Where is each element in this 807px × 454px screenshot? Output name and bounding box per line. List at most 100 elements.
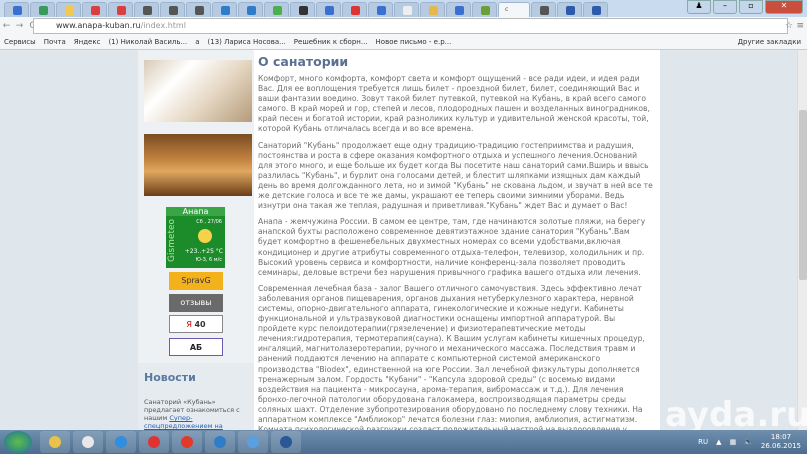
tab-strip: с — [0, 0, 807, 17]
yandex-counter[interactable]: Я 40 — [169, 315, 223, 333]
scrollbar-thumb[interactable] — [799, 110, 807, 280]
tab-favicon-icon — [39, 6, 48, 15]
browser-tab[interactable] — [238, 2, 263, 17]
menu-icon[interactable]: ≡ — [796, 21, 804, 31]
sauna-photo — [144, 134, 252, 196]
taskbar-apps — [40, 431, 304, 453]
bookmark[interactable]: Яндекс — [74, 38, 101, 46]
app-icon — [280, 436, 292, 448]
browser-tab[interactable] — [134, 2, 159, 17]
tab-favicon-icon — [299, 6, 308, 15]
url-host: www.anapa-kuban.ru — [56, 21, 141, 30]
browser-tab[interactable] — [160, 2, 185, 17]
browser-tab[interactable] — [186, 2, 211, 17]
bookmark[interactable]: Новое письмо - e.p... — [376, 38, 452, 46]
tab-favicon-icon — [169, 6, 178, 15]
sidebar: Анапа Gismeteo Сб , 27/06 +23..+25 °C Ю-… — [138, 50, 254, 430]
browser-tab[interactable] — [264, 2, 289, 17]
paragraph: Современная лечебная база - залог Вашего… — [258, 283, 645, 430]
bookmark[interactable]: а — [195, 38, 199, 46]
clock-date: 26.06.2015 — [760, 442, 801, 450]
tab-favicon-icon — [481, 6, 490, 15]
tab-favicon-icon — [117, 6, 126, 15]
url-path: /index.html — [140, 21, 186, 30]
other-bookmarks[interactable]: Другие закладки — [738, 38, 801, 46]
browser-tab[interactable] — [420, 2, 445, 17]
content-box: Анапа Gismeteo Сб , 27/06 +23..+25 °C Ю-… — [138, 50, 660, 430]
news-text: Санаторий «Кубань» предлагает ознакомить… — [144, 398, 248, 430]
tab-favicon-icon — [65, 6, 74, 15]
browser-tab[interactable] — [342, 2, 367, 17]
tab-favicon-icon — [592, 6, 601, 15]
clock[interactable]: 18:07 26.06.2015 — [761, 433, 801, 451]
yandex-count: 40 — [194, 320, 206, 329]
tab-favicon-icon — [429, 6, 438, 15]
browser-tab[interactable] — [394, 2, 419, 17]
app-icon — [181, 436, 193, 448]
browser-tab[interactable] — [212, 2, 237, 17]
close-button[interactable]: ✕ — [765, 0, 803, 14]
web-page: Анапа Gismeteo Сб , 27/06 +23..+25 °C Ю-… — [0, 50, 797, 430]
maximize-button[interactable]: ▫ — [739, 0, 763, 14]
browser-tab[interactable] — [368, 2, 393, 17]
scrollbar[interactable] — [797, 50, 807, 430]
browser-tab[interactable] — [82, 2, 107, 17]
browser-tab[interactable] — [557, 2, 582, 17]
tray-arrow-icon[interactable]: ▲ — [716, 438, 721, 446]
network-icon[interactable]: ▦ — [730, 438, 737, 446]
browser-tab[interactable] — [56, 2, 81, 17]
browser-tab[interactable] — [446, 2, 471, 17]
weather-city: Анапа — [166, 207, 225, 216]
tab-favicon-icon — [143, 6, 152, 15]
forward-icon[interactable]: → — [13, 21, 26, 31]
browser-tab[interactable] — [316, 2, 341, 17]
weather-widget[interactable]: Анапа Gismeteo Сб , 27/06 +23..+25 °C Ю-… — [166, 207, 225, 268]
tab-favicon-icon — [273, 6, 282, 15]
app-icon — [148, 436, 160, 448]
url-input[interactable]: www.anapa-kuban.ru/index.html — [33, 18, 788, 34]
back-icon[interactable]: ← — [0, 21, 13, 31]
paragraph: Анапа - жемчужина России. В самом ее цен… — [258, 217, 646, 277]
start-button[interactable] — [4, 431, 32, 453]
bookmark[interactable]: (13) Лариса Носова... — [208, 38, 286, 46]
taskbar-app-button[interactable] — [205, 431, 235, 453]
taskbar-app-button[interactable] — [238, 431, 268, 453]
tab-favicon-icon — [221, 6, 230, 15]
reviews-badge[interactable]: отзывы — [169, 294, 223, 312]
address-bar-row: ← → C www.anapa-kuban.ru/index.html ☆ ≡ — [0, 17, 807, 35]
minimize-button[interactable]: – — [713, 0, 737, 14]
weather-date: Сб , 27/06 — [196, 219, 222, 225]
taskbar-app-button[interactable] — [40, 431, 70, 453]
app-icon — [115, 436, 127, 448]
user-button[interactable]: ♟ — [687, 0, 711, 14]
star-icon[interactable]: ☆ — [785, 21, 793, 31]
browser-tab[interactable] — [531, 2, 556, 17]
bookmark[interactable]: Почта — [44, 38, 66, 46]
weather-temp: +23..+25 °C — [184, 248, 223, 255]
bookmark[interactable]: Сервисы — [4, 38, 36, 46]
browser-tab[interactable] — [472, 2, 497, 17]
bookmark[interactable]: Решебник к сборн... — [294, 38, 368, 46]
language-indicator[interactable]: RU — [698, 438, 708, 446]
spravg-badge[interactable]: SpravG — [169, 272, 223, 290]
browser-tab[interactable] — [30, 2, 55, 17]
taskbar-app-button[interactable] — [271, 431, 301, 453]
taskbar-app-button[interactable] — [172, 431, 202, 453]
taskbar-app-button[interactable] — [73, 431, 103, 453]
volume-icon[interactable]: 🔈 — [744, 438, 753, 446]
browser-tab[interactable] — [583, 2, 608, 17]
sun-icon — [198, 229, 212, 243]
watermark: ayda.ru — [665, 395, 807, 435]
tab-favicon-icon — [325, 6, 334, 15]
taskbar-app-button[interactable] — [139, 431, 169, 453]
browser-tab[interactable] — [290, 2, 315, 17]
news-block: Новости Санаторий «Кубань» предлагает оз… — [138, 363, 254, 430]
taskbar-app-button[interactable] — [106, 431, 136, 453]
tab-favicon-icon — [403, 6, 412, 15]
browser-tab[interactable] — [108, 2, 133, 17]
bookmark[interactable]: (1) Николай Василь... — [108, 38, 187, 46]
ab-badge[interactable]: АБ — [169, 338, 223, 356]
browser-tab[interactable] — [4, 2, 29, 17]
tab-active[interactable]: с — [498, 2, 530, 17]
app-icon — [247, 436, 259, 448]
